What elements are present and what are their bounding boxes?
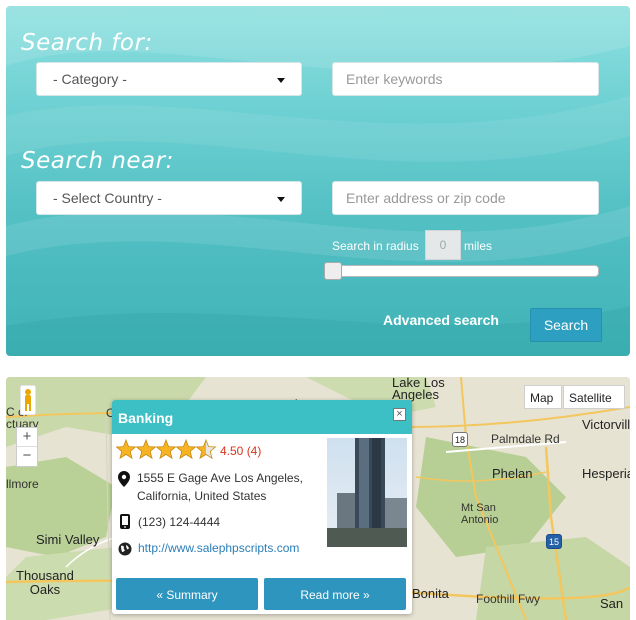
search-panel: Search for: - Category - Search near: - … [6, 6, 630, 356]
listing-info-window: Banking × 4.50 (4) 1555 E Gage Ave Los A… [112, 400, 412, 614]
info-title-bar: Banking × [112, 400, 412, 434]
map-label-lake-los-angeles: Lake Los Angeles [392, 377, 445, 402]
listing-photo[interactable] [327, 438, 407, 547]
star-icon [176, 439, 196, 459]
map-label-bonita: Bonita [412, 586, 449, 601]
star-icon [116, 439, 136, 459]
map-label-mt-san-antonio: Mt San Antonio [461, 502, 499, 526]
close-icon[interactable]: × [393, 408, 406, 421]
summary-button[interactable]: « Summary [116, 578, 258, 610]
half-star-icon [196, 439, 216, 459]
star-rating [116, 439, 216, 459]
globe-icon [118, 542, 132, 556]
radius-label: Search in radius [332, 239, 419, 253]
map-label-hesperia: Hesperia [582, 466, 630, 481]
advanced-search-link[interactable]: Advanced search [383, 312, 499, 328]
listing-title: Banking [118, 410, 174, 426]
zoom-out-button[interactable]: − [17, 447, 37, 466]
search-near-heading: Search near: [21, 148, 174, 174]
country-select-value: - Select Country - [53, 190, 162, 206]
map-type-satellite-button[interactable]: Satellite [563, 385, 625, 409]
zoom-control: + − [16, 427, 38, 467]
map-label-foothill-fwy: Foothill Fwy [476, 592, 541, 606]
search-for-heading: Search for: [21, 30, 153, 56]
radius-slider-handle[interactable] [324, 262, 342, 280]
radius-value-field[interactable]: 0 [425, 230, 461, 260]
chevron-down-icon [277, 197, 285, 202]
map-label-phelan: Phelan [492, 466, 533, 481]
map-label-san: San [600, 596, 624, 611]
keywords-input[interactable] [332, 62, 599, 96]
mobile-phone-icon [120, 514, 130, 529]
zoom-in-button[interactable]: + [17, 428, 37, 447]
map-label-palmdale-rd: Palmdale Rd [491, 432, 560, 446]
address-input[interactable] [332, 181, 599, 215]
listing-website-link[interactable]: http://www.salephpscripts.com [138, 541, 299, 555]
listing-address: 1555 E Gage Ave Los Angeles, California,… [137, 471, 303, 503]
country-select[interactable]: - Select Country - [36, 181, 302, 215]
radius-unit-label: miles [464, 239, 493, 253]
star-icon [156, 439, 176, 459]
read-more-button[interactable]: Read more » [264, 578, 406, 610]
star-icon [136, 439, 156, 459]
map-label-victorville: Victorvill [582, 417, 630, 432]
search-button[interactable]: Search [530, 308, 602, 342]
map-label-thousand-oaks: Thousand Oaks [16, 568, 74, 597]
map-label-llmore: llmore [6, 477, 39, 491]
radius-slider-track[interactable] [324, 265, 599, 277]
pegman-icon[interactable] [20, 385, 36, 415]
interstate-15-shield: 15 [546, 534, 562, 549]
rating-text: 4.50 (4) [220, 444, 262, 458]
category-select[interactable]: - Category - [36, 62, 302, 96]
map-marker-icon [118, 471, 130, 487]
chevron-down-icon [277, 78, 285, 83]
listing-phone: (123) 124-4444 [138, 515, 221, 529]
category-select-value: - Category - [53, 71, 127, 87]
route-18-shield: 18 [452, 432, 468, 447]
map-label-simi-valley: Simi Valley [36, 532, 100, 547]
map-type-map-button[interactable]: Map [524, 385, 562, 409]
